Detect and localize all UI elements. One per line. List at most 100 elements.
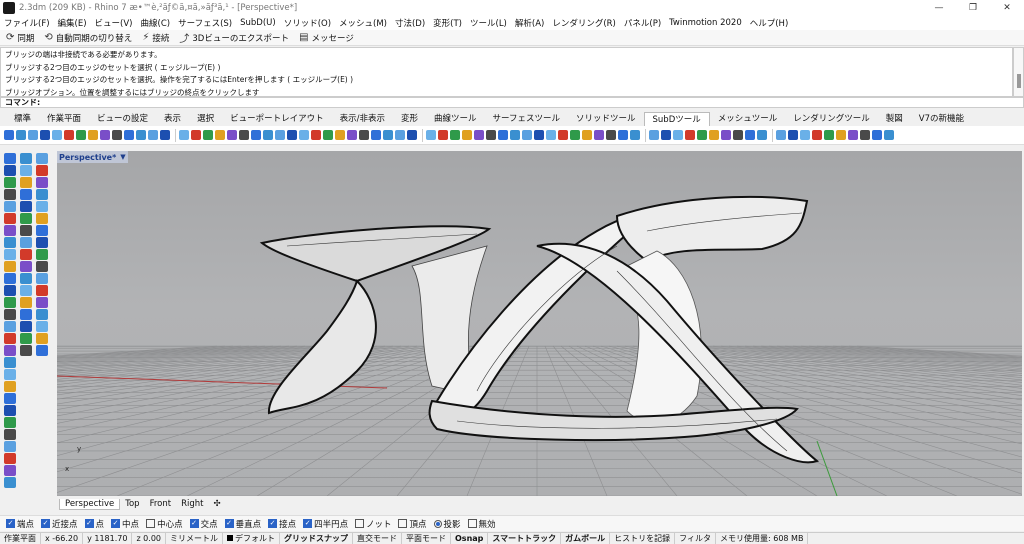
left-tool-icon[interactable] — [4, 285, 16, 296]
left-tool-icon[interactable] — [20, 201, 32, 212]
subd-tool-icon[interactable] — [100, 130, 110, 140]
checkbox-icon[interactable] — [146, 519, 156, 528]
subd-tool-icon[interactable] — [263, 130, 273, 140]
close-button[interactable]: ✕ — [990, 0, 1024, 16]
checkbox-icon[interactable]: ✓ — [268, 519, 278, 528]
checkbox-icon[interactable]: ✓ — [303, 519, 313, 528]
left-tool-icon[interactable] — [36, 309, 48, 320]
menu-item[interactable]: ファイル(F) — [4, 17, 50, 29]
toolbar-tab[interactable]: 表示 — [156, 112, 189, 126]
menu-item[interactable]: レンダリング(R) — [552, 17, 616, 29]
subd-tool-icon[interactable] — [76, 130, 86, 140]
subd-tool-icon[interactable] — [733, 130, 743, 140]
history-toggle[interactable]: ヒストリを記録 — [610, 533, 676, 544]
left-tool-icon[interactable] — [4, 261, 16, 272]
left-tool-icon[interactable] — [4, 189, 16, 200]
subd-tool-icon[interactable] — [558, 130, 568, 140]
subd-tool-icon[interactable] — [618, 130, 628, 140]
toolbar-tab[interactable]: 曲線ツール — [426, 112, 485, 126]
subd-tool-icon[interactable] — [697, 130, 707, 140]
subd-tool-icon[interactable] — [582, 130, 592, 140]
menu-item[interactable]: サーフェス(S) — [178, 17, 232, 29]
subd-tool-icon[interactable] — [450, 130, 460, 140]
left-tool-icon[interactable] — [4, 225, 16, 236]
subd-tool-icon[interactable] — [630, 130, 640, 140]
subd-tool-icon[interactable] — [299, 130, 309, 140]
subd-tool-icon[interactable] — [426, 130, 436, 140]
subd-tool-icon[interactable] — [884, 130, 894, 140]
connect-button[interactable]: ⚡ 接続 — [142, 32, 169, 44]
menu-item[interactable]: 曲線(C) — [141, 17, 171, 29]
left-tool-icon[interactable] — [20, 333, 32, 344]
subd-tool-icon[interactable] — [661, 130, 671, 140]
menu-item[interactable]: ビュー(V) — [95, 17, 133, 29]
menu-item[interactable]: 解析(A) — [515, 17, 544, 29]
left-tool-icon[interactable] — [20, 213, 32, 224]
checkbox-icon[interactable]: ✓ — [111, 519, 121, 528]
subd-tool-icon[interactable] — [179, 130, 189, 140]
checkbox-icon[interactable]: ✓ — [224, 519, 234, 528]
left-tool-icon[interactable] — [20, 345, 32, 356]
left-tool-icon[interactable] — [20, 153, 32, 164]
subd-tool-icon[interactable] — [498, 130, 508, 140]
left-tool-icon[interactable] — [20, 321, 32, 332]
subd-tool-icon[interactable] — [872, 130, 882, 140]
subd-tool-icon[interactable] — [395, 130, 405, 140]
left-tool-icon[interactable] — [36, 345, 48, 356]
subd-tool-icon[interactable] — [88, 130, 98, 140]
osnap-option[interactable]: ✓ 四半円点 — [303, 518, 348, 530]
toolbar-tab[interactable]: 変形 — [393, 112, 426, 126]
subd-tool-icon[interactable] — [215, 130, 225, 140]
left-tool-icon[interactable] — [4, 465, 16, 476]
menu-item[interactable]: 寸法(D) — [395, 17, 425, 29]
scrollbar-thumb[interactable] — [1017, 74, 1021, 88]
subd-tool-icon[interactable] — [347, 130, 357, 140]
left-tool-icon[interactable] — [4, 177, 16, 188]
command-input[interactable]: コマンド: — [0, 97, 1024, 108]
subd-tool-icon[interactable] — [788, 130, 798, 140]
checkbox-icon[interactable] — [355, 519, 365, 528]
left-tool-icon[interactable] — [36, 165, 48, 176]
left-tool-icon[interactable] — [36, 261, 48, 272]
checkbox-icon[interactable]: ✓ — [189, 519, 199, 528]
auto-sync-toggle[interactable]: ⟲ 自動同期の切り替え — [44, 32, 132, 44]
left-tool-icon[interactable] — [36, 225, 48, 236]
subd-tool-icon[interactable] — [534, 130, 544, 140]
subd-tool-icon[interactable] — [709, 130, 719, 140]
subd-tool-icon[interactable] — [776, 130, 786, 140]
subd-tool-icon[interactable] — [16, 130, 26, 140]
left-tool-icon[interactable] — [36, 285, 48, 296]
subd-tool-icon[interactable] — [112, 130, 122, 140]
viewport-canvas[interactable]: x y — [57, 151, 1022, 496]
left-tool-icon[interactable] — [4, 153, 16, 164]
subd-tool-icon[interactable] — [4, 130, 14, 140]
viewport-menu-icon[interactable]: ▼ — [120, 153, 125, 161]
subd-tool-icon[interactable] — [438, 130, 448, 140]
left-tool-icon[interactable] — [4, 477, 16, 488]
checkbox-icon[interactable]: ✓ — [6, 519, 15, 528]
toolbar-tab[interactable]: ソリッドツール — [568, 112, 644, 126]
left-tool-icon[interactable] — [4, 453, 16, 464]
left-tool-icon[interactable] — [4, 369, 16, 380]
subd-tool-icon[interactable] — [800, 130, 810, 140]
subd-tool-icon[interactable] — [836, 130, 846, 140]
subd-tool-icon[interactable] — [64, 130, 74, 140]
subd-tool-icon[interactable] — [287, 130, 297, 140]
perspective-viewport[interactable]: x y Perspective* ▼ — [57, 151, 1022, 496]
left-tool-icon[interactable] — [36, 333, 48, 344]
smart-track-toggle[interactable]: スマートトラック — [488, 533, 562, 544]
subd-tool-icon[interactable] — [124, 130, 134, 140]
menu-item[interactable]: 変形(T) — [433, 17, 462, 29]
left-tool-icon[interactable] — [20, 165, 32, 176]
osnap-option[interactable]: 頂点 — [398, 518, 427, 530]
subd-tool-icon[interactable] — [136, 130, 146, 140]
subd-tool-icon[interactable] — [860, 130, 870, 140]
filter-button[interactable]: フィルタ — [675, 533, 716, 544]
subd-tool-icon[interactable] — [522, 130, 532, 140]
subd-tool-icon[interactable] — [335, 130, 345, 140]
menu-item[interactable]: 編集(E) — [58, 17, 87, 29]
left-tool-icon[interactable] — [36, 177, 48, 188]
left-tool-icon[interactable] — [36, 249, 48, 260]
subd-tool-icon[interactable] — [510, 130, 520, 140]
subd-tool-icon[interactable] — [239, 130, 249, 140]
